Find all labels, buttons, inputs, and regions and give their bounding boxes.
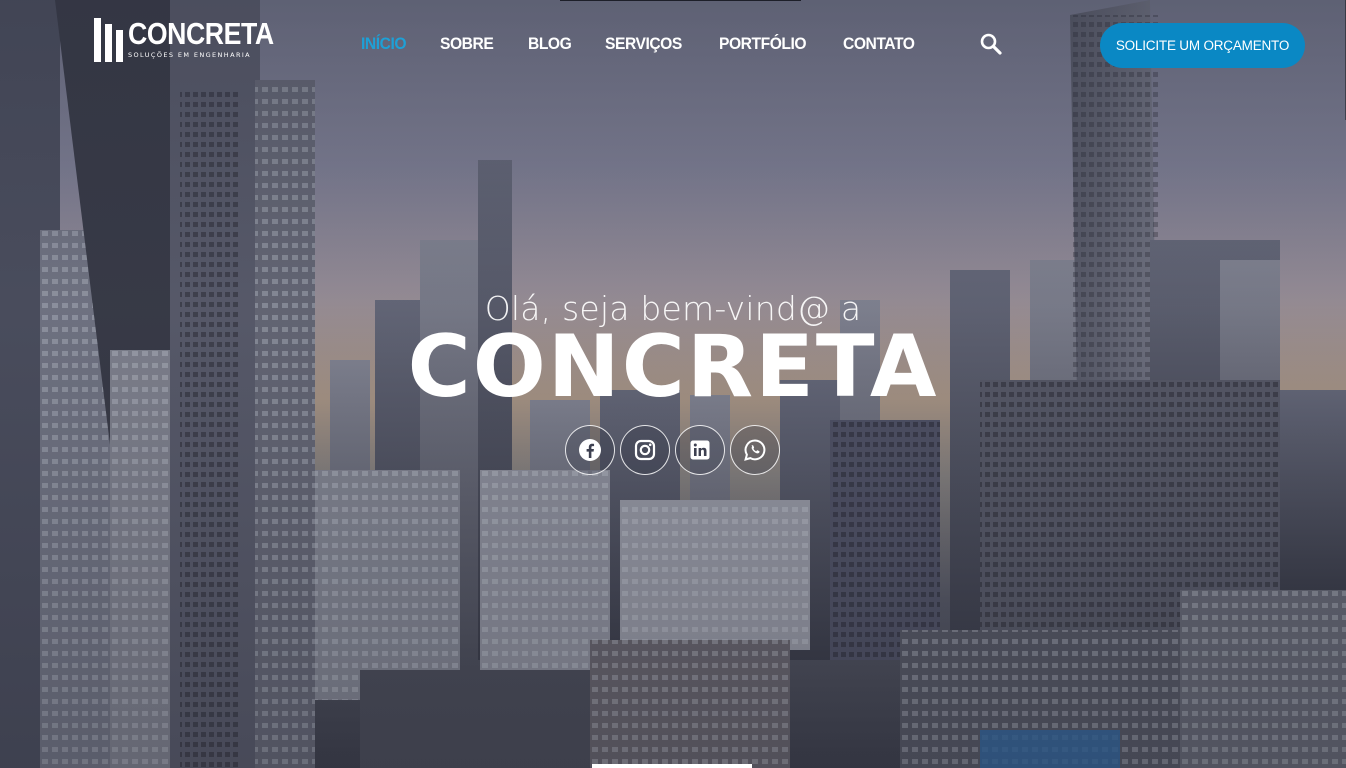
logo-name: CONCRETA: [128, 16, 274, 51]
facebook-icon: [579, 439, 601, 461]
nav-item-inicio[interactable]: INÍCIO: [361, 33, 406, 55]
nav-item-contato[interactable]: CONTATO: [843, 33, 915, 55]
instagram-link[interactable]: [620, 425, 670, 475]
logo-mark-icon: [94, 18, 123, 62]
social-links: [565, 425, 780, 475]
nav-item-sobre[interactable]: SOBRE: [440, 33, 494, 55]
search-button[interactable]: [979, 32, 1003, 56]
logo-tagline: SOLUÇÕES EM ENGENHARIA: [128, 51, 252, 59]
nav-item-servicos[interactable]: SERVIÇOS: [605, 33, 682, 55]
nav-item-portfolio[interactable]: PORTFÓLIO: [719, 33, 807, 55]
search-icon: [980, 33, 1002, 55]
facebook-link[interactable]: [565, 425, 615, 475]
whatsapp-link[interactable]: [730, 425, 780, 475]
logo[interactable]: CONCRETA SOLUÇÕES EM ENGENHARIA: [94, 17, 274, 65]
nav-item-blog[interactable]: BLOG: [528, 33, 572, 55]
main-nav: INÍCIO SOBRE BLOG SERVIÇOS PORTFÓLIO CON…: [361, 33, 951, 55]
instagram-icon: [634, 439, 656, 461]
hero-brand-title: CONCRETA: [407, 317, 939, 417]
top-divider: [560, 0, 801, 1]
request-quote-button[interactable]: SOLICITE UM ORÇAMENTO: [1100, 23, 1305, 68]
slide-indicator: [592, 764, 752, 768]
whatsapp-icon: [744, 439, 766, 461]
linkedin-icon: [690, 440, 710, 460]
linkedin-link[interactable]: [675, 425, 725, 475]
